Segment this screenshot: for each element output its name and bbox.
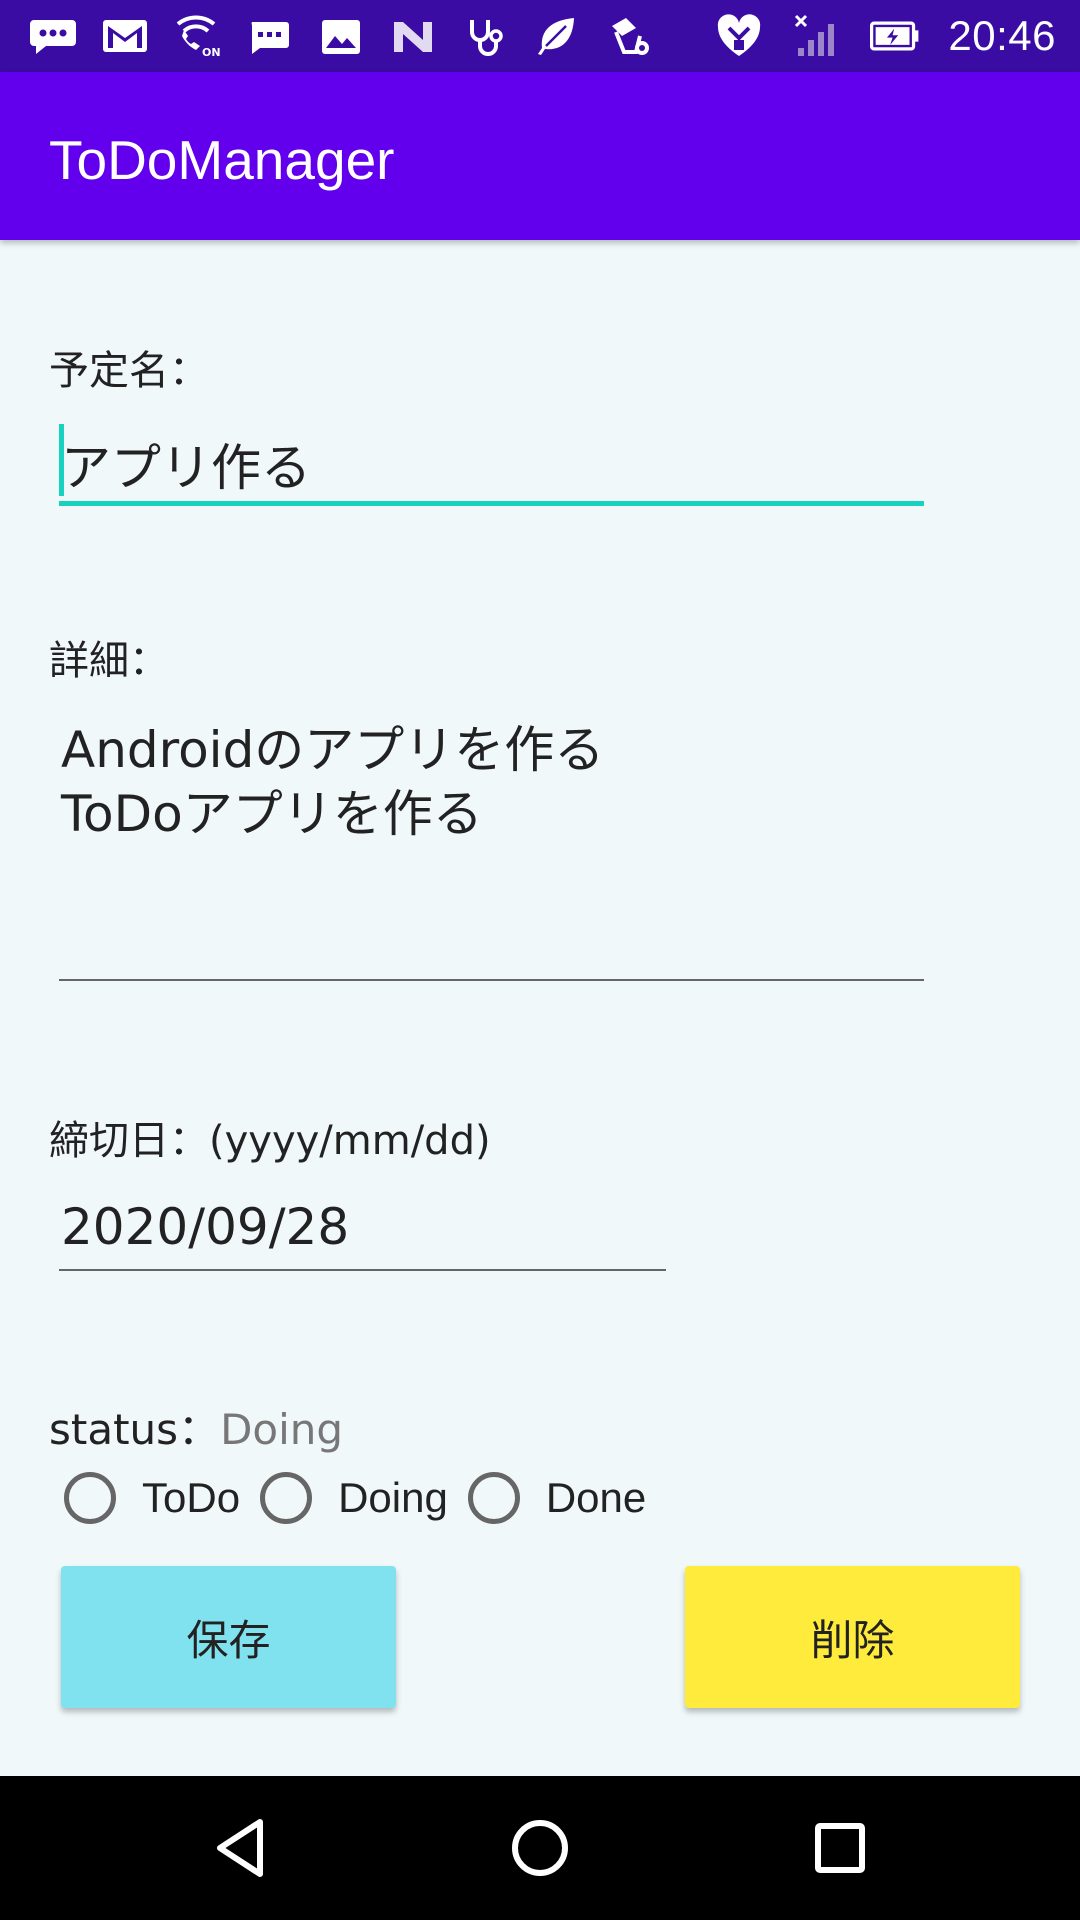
name-input[interactable]: アプリ作る — [61, 428, 311, 500]
detail-line: ToDoアプリを作る — [61, 785, 483, 843]
name-label: 予定名： — [49, 348, 209, 394]
detail-line: Androidのアプリを作る — [61, 721, 605, 779]
battery-charging-icon — [870, 14, 920, 58]
gallery-icon — [316, 14, 366, 58]
detail-input[interactable]: Androidのアプリを作る ToDoアプリを作る — [61, 718, 604, 846]
status-label: status：Doing — [49, 1396, 343, 1457]
text-cursor — [59, 424, 64, 496]
radio-doing-label: Doing — [338, 1474, 448, 1521]
radio-todo-label: ToDo — [142, 1474, 241, 1521]
status-label-text: status： — [49, 1405, 221, 1454]
radio-done[interactable]: Done — [467, 1472, 647, 1524]
radio-circle-icon[interactable] — [260, 1472, 313, 1524]
clock: 20:46 — [948, 12, 1056, 59]
status-bar-notifications: ON — [28, 14, 654, 58]
chat-notification-icon — [28, 14, 78, 58]
status-bar: ON 20:46 — [0, 0, 1080, 72]
radio-circle-icon[interactable] — [64, 1472, 116, 1524]
wifi-calling-on-icon: ON — [172, 14, 222, 58]
detail-input-underline — [59, 979, 924, 981]
status-value: Doing — [220, 1405, 344, 1454]
home-icon[interactable] — [500, 1808, 580, 1888]
back-icon[interactable] — [200, 1808, 280, 1888]
deadline-input-underline — [59, 1269, 666, 1271]
gmail-icon — [100, 14, 150, 58]
deadline-input[interactable]: 2020/09/28 — [61, 1198, 349, 1256]
svg-text:ON: ON — [202, 46, 221, 58]
status-radio-group: ToDo Doing Done — [64, 1466, 666, 1530]
app-title: ToDoManager — [49, 129, 395, 191]
stethoscope-icon — [460, 14, 510, 58]
leaf-icon — [532, 14, 582, 58]
delete-button[interactable]: 削除 — [685, 1566, 1020, 1708]
status-bar-system: 20:46 — [714, 10, 1056, 62]
radio-circle-icon[interactable] — [467, 1472, 520, 1524]
radio-doing[interactable]: Doing — [260, 1472, 448, 1524]
recents-icon[interactable] — [800, 1808, 880, 1888]
app-n-icon — [388, 14, 438, 58]
detail-label: 詳細： — [49, 638, 169, 684]
radio-todo[interactable]: ToDo — [64, 1472, 240, 1524]
name-input-underline — [59, 501, 924, 506]
signal-no-service-icon — [792, 14, 842, 58]
save-button[interactable]: 保存 — [61, 1566, 396, 1708]
radio-done-label: Done — [545, 1474, 647, 1521]
navigation-bar — [0, 1776, 1080, 1920]
deadline-label: 締切日：(yyyy/mm/dd) — [49, 1118, 491, 1164]
heart-shield-icon — [714, 14, 764, 58]
bucket-settings-icon — [604, 14, 654, 58]
app-bar: ToDoManager — [0, 72, 1080, 240]
message-icon — [244, 14, 294, 58]
